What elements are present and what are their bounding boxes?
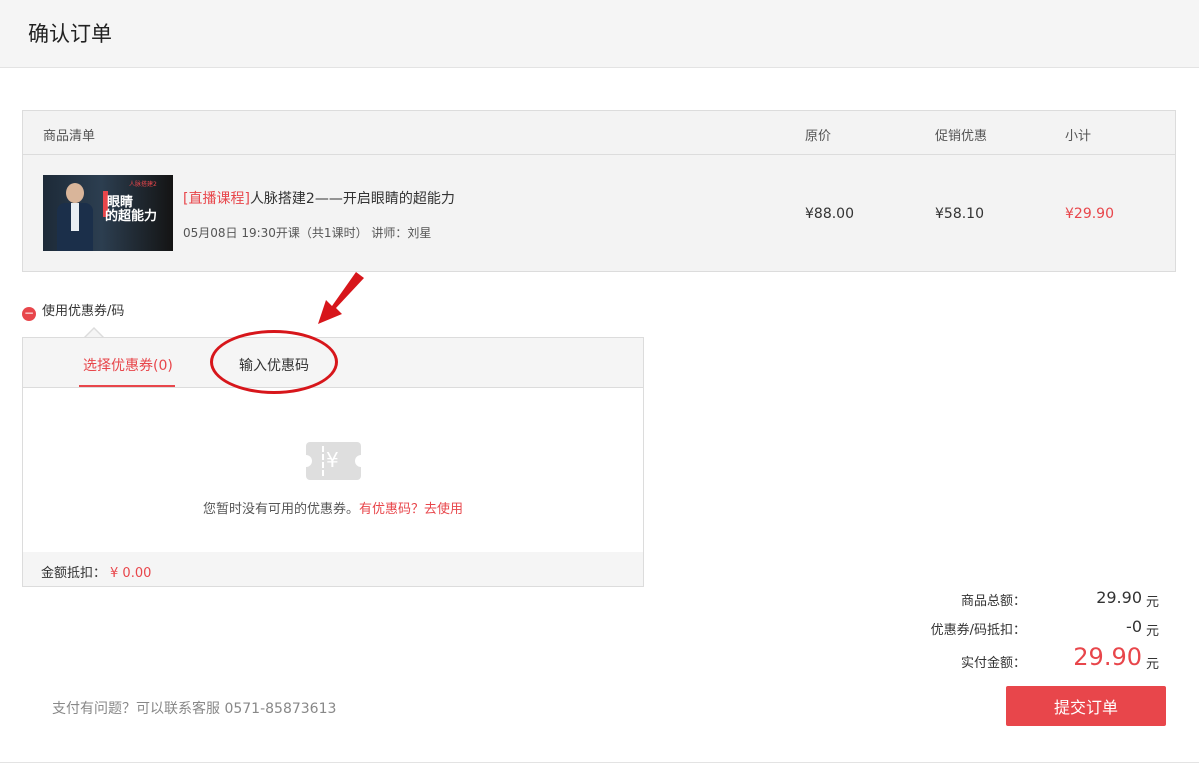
yen-symbol: ¥ (326, 448, 339, 472)
thumb-title-line2: 的超能力 (105, 209, 158, 224)
course-type-tag: [直播课程] (183, 191, 250, 207)
use-code-link[interactable]: 有优惠码？去使用 (359, 502, 463, 517)
product-thumbnail[interactable]: 人脉搭建2 眼睛 的超能力 (43, 175, 173, 251)
product-meta: 05月08日 19:30开课（共1课时） 讲师：刘星 (183, 226, 432, 240)
pay-value: 29.90 (1073, 643, 1142, 671)
subtotal-price: ¥29.90 (1065, 206, 1114, 222)
col-header-items: 商品清单 (43, 129, 96, 144)
active-tab-underline (79, 385, 175, 387)
coupon-panel: 选择优惠券(0) 输入优惠码 ¥ 您暂时没有可用的优惠券。有优惠码？去使用 金额… (22, 337, 644, 587)
thumb-tag: 人脉搭建2 (129, 181, 157, 188)
bottom-divider (0, 762, 1199, 763)
page-header: 确认订单 (0, 0, 1199, 68)
discount-value: ¥ 0.00 (110, 566, 152, 581)
order-table: 商品清单 原价 促销优惠 小计 人脉搭建2 眼睛 的超能力 [直播课程]人脉搭建… (22, 110, 1176, 272)
coupon-deduct-label: 优惠券/码抵扣： (930, 623, 1026, 638)
col-header-subtotal: 小计 (1065, 129, 1092, 144)
discount-bar: 金额抵扣： ¥ 0.00 (23, 552, 643, 586)
col-header-original: 原价 (805, 129, 832, 144)
discount-label: 金额抵扣： (41, 566, 107, 581)
coupon-toggle[interactable]: − 使用优惠券/码 (22, 300, 124, 321)
pay-unit: 元 (1146, 657, 1160, 672)
coupon-deduct-value: -0 (1126, 617, 1142, 636)
submit-order-button[interactable]: 提交订单 (1006, 686, 1166, 726)
original-price: ¥88.00 (805, 206, 854, 222)
coupon-ticket-icon: ¥ (300, 442, 367, 480)
product-title[interactable]: [直播课程]人脉搭建2——开启眼睛的超能力 (183, 188, 455, 208)
coupon-deduct-unit: 元 (1146, 624, 1160, 639)
total-label: 商品总额： (960, 594, 1026, 609)
help-text: 支付有问题？可以联系客服 0571-85873613 (52, 701, 337, 717)
empty-coupon-message: 您暂时没有可用的优惠券。有优惠码？去使用 (23, 498, 643, 517)
tab-select-coupon[interactable]: 选择优惠券(0) (83, 355, 173, 375)
annotation-circle (210, 330, 338, 394)
annotation-arrow-icon (318, 272, 364, 324)
col-header-promo: 促销优惠 (935, 129, 988, 144)
total-value: 29.90 (1096, 588, 1142, 607)
table-header: 商品清单 原价 促销优惠 小计 (23, 111, 1175, 155)
total-unit: 元 (1146, 595, 1160, 610)
promo-price: ¥58.10 (935, 206, 984, 222)
presenter-figure (57, 183, 93, 251)
minus-circle-icon[interactable]: − (22, 307, 36, 321)
product-name[interactable]: 人脉搭建2——开启眼睛的超能力 (250, 191, 455, 207)
page-title: 确认订单 (28, 22, 112, 46)
coupon-toggle-label[interactable]: 使用优惠券/码 (42, 304, 124, 319)
pay-label: 实付金额： (960, 656, 1026, 671)
empty-text: 您暂时没有可用的优惠券。 (202, 502, 359, 517)
